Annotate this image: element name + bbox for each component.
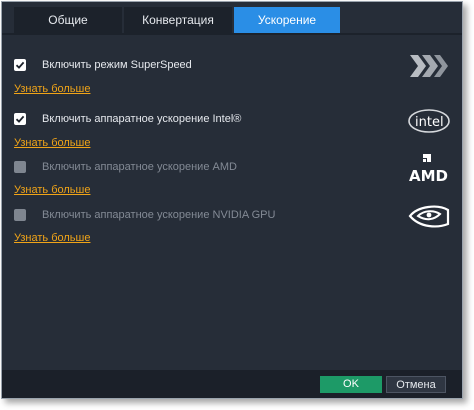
superspeed-learn-more-link[interactable]: Узнать больше (14, 82, 90, 96)
tab-general[interactable]: Общие (14, 7, 122, 33)
checkmark-icon (15, 61, 25, 69)
nvidia-logo-icon (408, 205, 450, 228)
dialog-footer: OK Отмена (2, 370, 462, 398)
option-superspeed[interactable]: Включить режим SuperSpeed (14, 58, 314, 74)
tab-bar: Общие Конвертация Ускорение (2, 2, 462, 35)
tab-conversion[interactable]: Конвертация (124, 7, 232, 33)
intel-learn-more-link[interactable]: Узнать больше (14, 136, 90, 150)
amd-label: Включить аппаратное ускорение AMD (42, 161, 237, 173)
tab-underline (2, 33, 462, 35)
amd-learn-more-link[interactable]: Узнать больше (14, 183, 90, 197)
superspeed-label: Включить режим SuperSpeed (42, 59, 192, 71)
intel-checkbox[interactable] (14, 113, 26, 125)
checkmark-icon (15, 115, 25, 123)
option-intel[interactable]: Включить аппаратное ускорение Intel® (14, 112, 314, 128)
amd-checkbox (14, 161, 26, 173)
tab-acceleration[interactable]: Ускорение (234, 7, 340, 33)
superspeed-logo-icon (410, 55, 448, 77)
settings-dialog: Общие Конвертация Ускорение Включить реж… (1, 1, 463, 399)
nvidia-label: Включить аппаратное ускорение NVIDIA GPU (42, 209, 276, 221)
svg-text:intel: intel (415, 115, 444, 130)
amd-logo-icon: AMD (409, 154, 448, 184)
ok-button[interactable]: OK (320, 376, 382, 393)
intel-label: Включить аппаратное ускорение Intel® (42, 113, 242, 125)
option-amd: Включить аппаратное ускорение AMD (14, 160, 314, 176)
nvidia-learn-more-link[interactable]: Узнать больше (14, 231, 90, 245)
option-nvidia: Включить аппаратное ускорение NVIDIA GPU (14, 208, 354, 224)
amd-logo-text: AMD (409, 167, 448, 184)
nvidia-checkbox (14, 209, 26, 221)
cancel-button[interactable]: Отмена (386, 376, 446, 393)
superspeed-checkbox[interactable] (14, 59, 26, 71)
intel-logo-icon: intel (408, 109, 450, 133)
